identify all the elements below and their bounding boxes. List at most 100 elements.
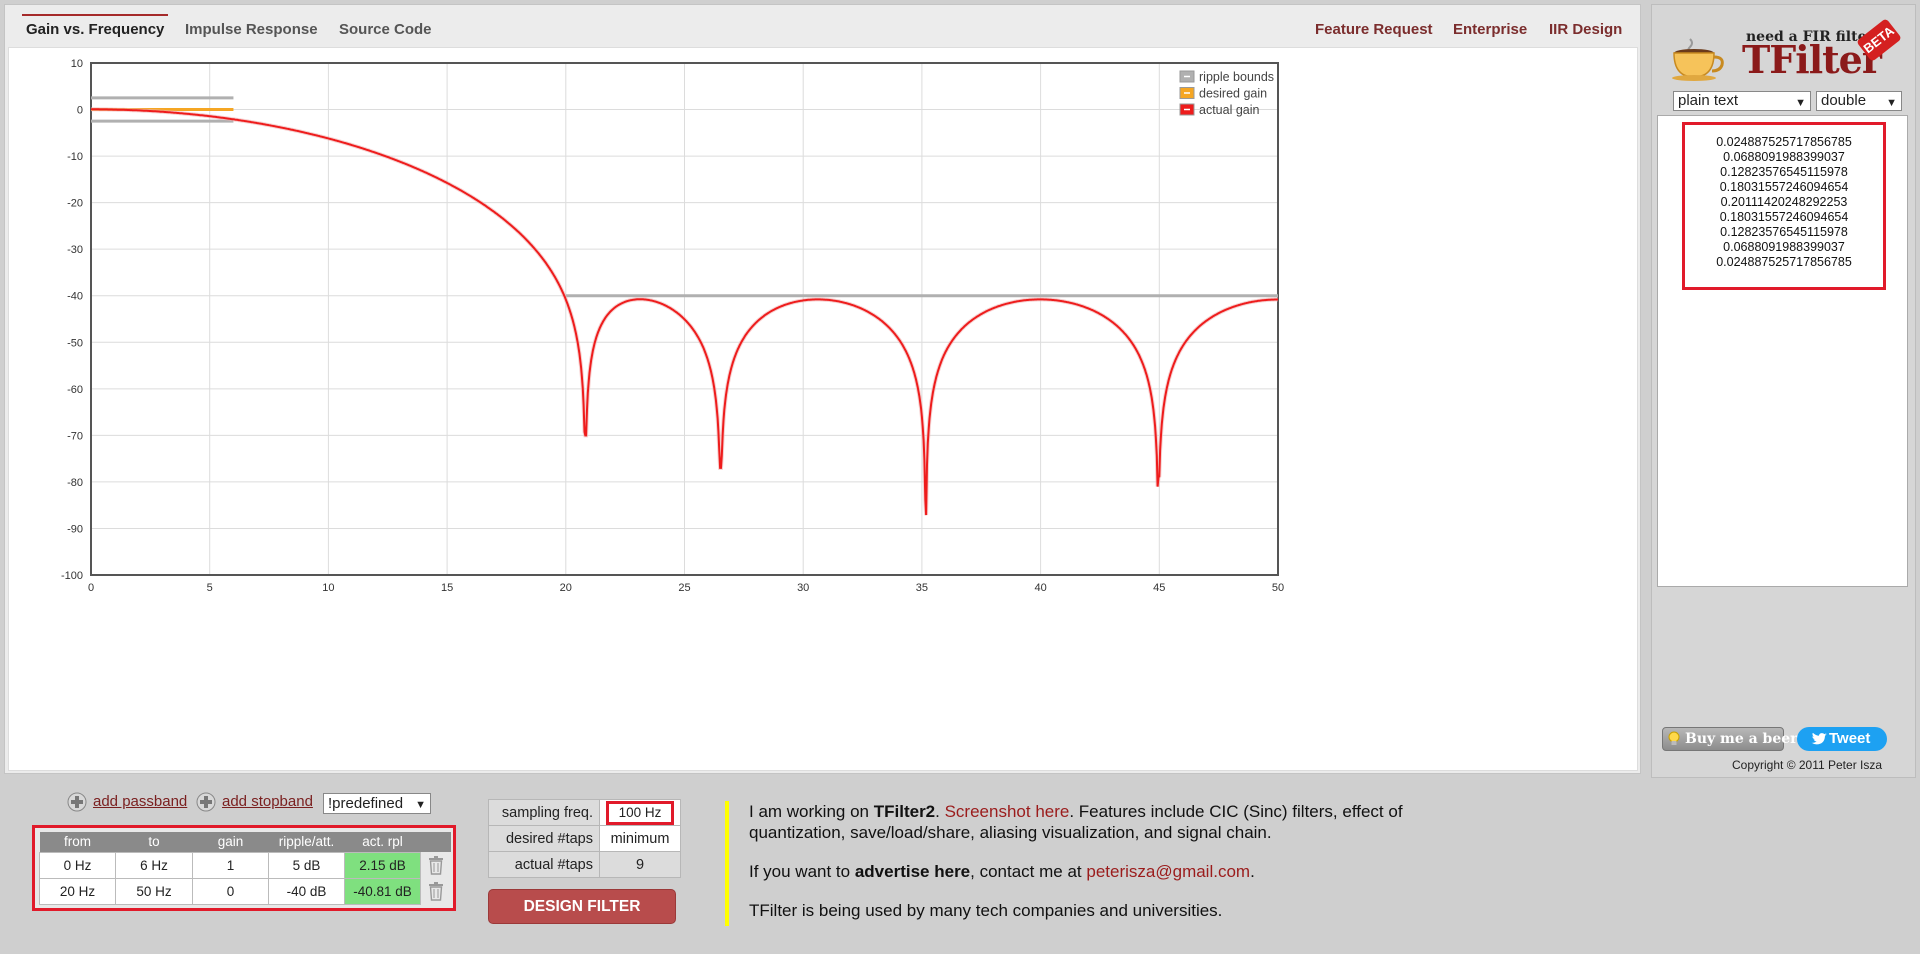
desired-taps-row: desired #taps minimum [488, 825, 681, 852]
buy-me-a-beer-button[interactable]: Buy me a beer [1662, 727, 1798, 751]
coefficients-output[interactable]: 0.024887525717856785 0.0688091988399037 … [1657, 115, 1908, 587]
plot-area: 0 5 10 15 20 25 30 35 40 45 50 10 0 -10 -20 -30 -40 -50 -6… [8, 47, 1638, 771]
info-paragraph-advertise: If you want to advertise here, contact m… [749, 861, 1425, 882]
coffee-cup-icon [1672, 38, 1724, 81]
y-tick-label: -60 [67, 384, 83, 396]
copyright: Copyright © 2011 Peter Isza [1732, 758, 1883, 772]
y-tick-label: -70 [67, 430, 83, 442]
col-from: from [39, 832, 116, 852]
tfilter-logo[interactable]: need a FIR filter? TFilter BETA [1668, 13, 1902, 85]
band-gain-input[interactable]: 1 [192, 851, 269, 879]
trash-icon[interactable] [427, 881, 445, 901]
y-tick-label: -40 [67, 291, 83, 303]
y-tick-label: -90 [67, 523, 83, 535]
chevron-down-icon: ▼ [415, 799, 426, 811]
tweet-button[interactable]: Tweet [1797, 727, 1887, 751]
tfilter2-name: TFilter2 [873, 802, 936, 821]
link-iir-design[interactable]: IIR Design [1549, 21, 1622, 38]
design-filter-button[interactable]: DESIGN FILTER [488, 889, 676, 924]
col-actions [420, 832, 451, 852]
coefficient-5: 0.18031557246094654 [1719, 210, 1849, 224]
sampling-freq-row: sampling freq. 100 Hz [488, 799, 681, 826]
predefined-value: !predefined [328, 795, 404, 812]
email-link[interactable]: peterisza@gmail.com [1086, 862, 1250, 881]
x-tick-label: 0 [88, 582, 94, 594]
x-tick-label: 20 [560, 582, 572, 594]
info-text: . [935, 802, 945, 821]
legend-label: desired gain [1199, 87, 1267, 101]
advertise-text: advertise here [854, 862, 971, 881]
bands-panel: from to gain ripple/att. act. rpl 0 Hz 6… [32, 825, 456, 911]
table-row: 0 Hz 6 Hz 1 5 dB 2.15 dB [39, 851, 451, 879]
y-tick-label: -80 [67, 477, 83, 489]
add-passband-icon[interactable] [67, 792, 87, 812]
filter-params-table: sampling freq. 100 Hz desired #taps mini… [488, 799, 681, 878]
band-actions [420, 852, 451, 878]
band-ripple-input[interactable]: -40 dB [268, 877, 345, 905]
coefficient-7: 0.0688091988399037 [1723, 240, 1845, 254]
band-from-input[interactable]: 0 Hz [39, 851, 116, 879]
band-to-input[interactable]: 6 Hz [115, 851, 193, 879]
tab-bar: Gain vs. Frequency Impulse Response Sour… [5, 5, 1640, 47]
band-to-input[interactable]: 50 Hz [115, 877, 193, 905]
x-tick-label: 35 [916, 582, 928, 594]
col-gain: gain [192, 832, 269, 852]
info-text: , contact me at [970, 862, 1087, 881]
tab-gain-vs-frequency[interactable]: Gain vs. Frequency [21, 14, 169, 38]
add-stopband-link[interactable]: add stopband [222, 793, 313, 810]
bands-table: from to gain ripple/att. act. rpl 0 Hz 6… [39, 832, 451, 905]
precision-select[interactable]: double ▼ [1816, 91, 1902, 111]
precision-value: double [1821, 92, 1867, 109]
tab-impulse-response[interactable]: Impulse Response [185, 21, 318, 38]
coefficient-1: 0.0688091988399037 [1723, 150, 1845, 164]
y-tick-label: -30 [67, 244, 83, 256]
actual-taps-row: actual #taps 9 [488, 851, 681, 878]
add-stopband-icon[interactable] [196, 792, 216, 812]
actual-taps-label: actual #taps [488, 851, 600, 878]
band-actual-ripple: -40.81 dB [344, 877, 421, 905]
desired-taps-input[interactable]: minimum [599, 825, 681, 852]
twitter-bird-icon [1811, 733, 1827, 745]
info-text: If you want to [749, 862, 855, 881]
sidebar: need a FIR filter? TFilter BETA plain te… [1651, 4, 1916, 778]
band-actual-ripple: 2.15 dB [344, 851, 421, 879]
info-text: I am working on [749, 802, 874, 821]
add-passband-link[interactable]: add passband [93, 793, 187, 810]
link-feature-request[interactable]: Feature Request [1315, 21, 1433, 38]
info-panel: I am working on TFilter2. Screenshot her… [725, 801, 1425, 926]
predefined-select[interactable]: !predefined ▼ [323, 793, 431, 814]
x-tick-label: 25 [678, 582, 690, 594]
chevron-down-icon: ▼ [1795, 97, 1806, 109]
sampling-freq-label: sampling freq. [488, 799, 600, 826]
col-ripple: ripple/att. [268, 832, 345, 852]
coefficient-6: 0.12823576545115978 [1720, 225, 1848, 239]
buy-me-a-beer-label: Buy me a beer [1685, 731, 1798, 747]
screenshot-link[interactable]: Screenshot here [945, 802, 1070, 821]
coefficient-4: 0.20111420248292253 [1720, 195, 1848, 209]
y-tick-label: -10 [67, 151, 83, 163]
link-enterprise[interactable]: Enterprise [1453, 21, 1527, 38]
coefficient-2: 0.12823576545115978 [1720, 165, 1848, 179]
coefficients-list: 0.024887525717856785 0.0688091988399037 … [1682, 122, 1886, 290]
output-format-value: plain text [1678, 92, 1739, 109]
trash-icon[interactable] [427, 855, 445, 875]
y-tick-label: 0 [77, 105, 83, 117]
info-paragraph-usage: TFilter is being used by many tech compa… [749, 901, 1223, 920]
band-ripple-input[interactable]: 5 dB [268, 851, 345, 879]
band-gain-input[interactable]: 0 [192, 877, 269, 905]
x-tick-label: 40 [1034, 582, 1046, 594]
plot-panel: Gain vs. Frequency Impulse Response Sour… [4, 4, 1641, 774]
x-tick-label: 30 [797, 582, 809, 594]
sampling-freq-input[interactable]: 100 Hz [606, 800, 674, 825]
output-format-select[interactable]: plain text ▼ [1673, 91, 1811, 111]
x-tick-label: 5 [207, 582, 213, 594]
desired-taps-label: desired #taps [488, 825, 600, 852]
actual-taps-value: 9 [599, 851, 681, 878]
band-from-input[interactable]: 20 Hz [39, 877, 116, 905]
tab-source-code[interactable]: Source Code [339, 21, 432, 38]
bands-header-row: from to gain ripple/att. act. rpl [39, 832, 451, 852]
legend-label: actual gain [1199, 103, 1260, 117]
col-act-rpl: act. rpl [344, 832, 421, 852]
legend-label: ripple bounds [1199, 70, 1274, 84]
x-tick-label: 15 [441, 582, 453, 594]
